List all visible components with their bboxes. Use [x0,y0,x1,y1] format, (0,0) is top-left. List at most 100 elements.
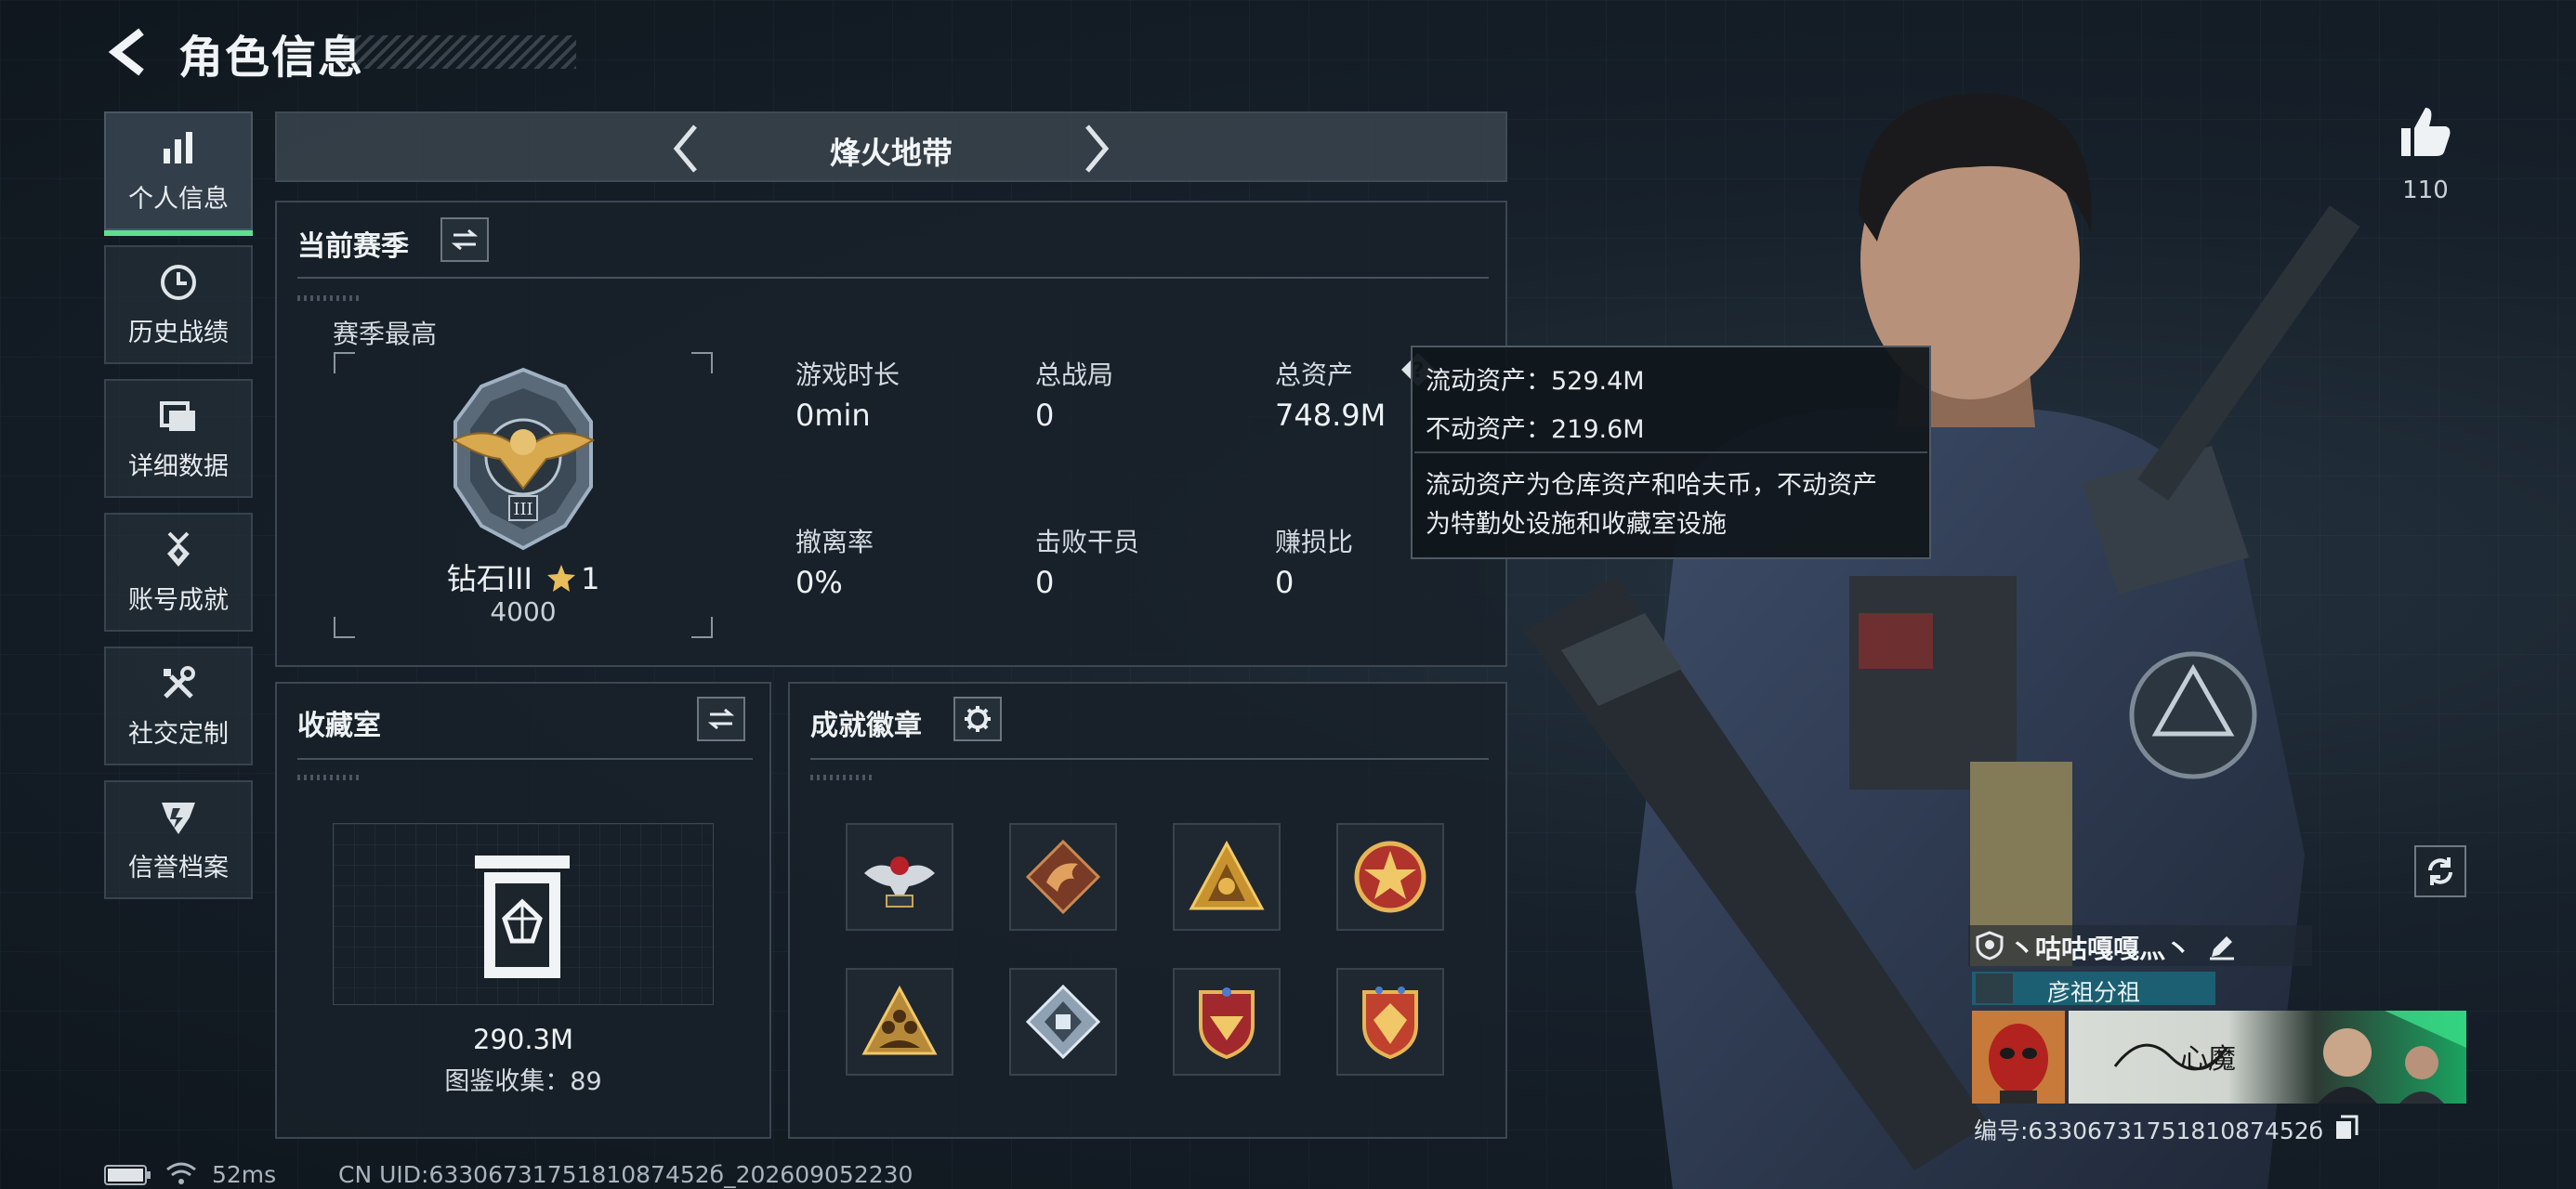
badge-slot-2[interactable] [1009,823,1117,931]
player-name: 丶咕咕嘎嘎灬丶 [2009,934,2192,964]
achievement-badges-panel: 成就徽章 [788,682,1507,1139]
nav-label: 历史战绩 [128,318,229,347]
badges-settings-button[interactable] [953,697,1002,741]
diamond-rank-emblem-icon: III [451,367,596,551]
collection-title: 收藏室 [297,710,381,742]
player-name-bar: 丶咕咕嘎嘎灬丶 [1968,925,2312,966]
season-panel: 当前赛季 赛季最高 III 钻石III 1 4000 游戏时长 0min 总战局… [275,201,1507,667]
triangle-squad-badge-icon [861,985,938,1055]
badge-slot-6[interactable] [1009,968,1117,1076]
refresh-icon [2428,857,2452,885]
nav-item-detailed-data[interactable]: 详细数据 [104,379,253,498]
player-avatar[interactable] [1972,1011,2065,1104]
nav-item-social-customize[interactable]: 社交定制 [104,647,253,765]
stat-value-total-matches: 0 [1035,398,1055,433]
wifi-icon [166,1162,196,1184]
collection-value: 290.3M [472,1024,574,1055]
display-case-icon [475,856,570,978]
divider [297,277,1489,279]
copy-icon[interactable] [2334,1115,2359,1141]
assets-tooltip: 流动资产：529.4M 不动资产：219.6M 流动资产为仓库资产和哈夫币，不动… [1411,346,1931,559]
tooltip-liquid-assets: 流动资产：529.4M [1426,367,1645,396]
signature-text: 心魔 [2180,1043,2236,1076]
stat-label-profit-loss-ratio: 赚损比 [1275,527,1354,557]
rank-stars: 1 [581,561,600,596]
clock-icon [161,264,196,300]
collection-switch-button[interactable] [697,697,745,741]
triangle-hand-badge-icon [1189,840,1265,910]
badge-slot-7[interactable] [1173,968,1281,1076]
stat-label-operators-defeated: 击败干员 [1035,527,1140,557]
nav-item-achievements[interactable]: 账号成就 [104,513,253,632]
dragon-badge-icon [1025,839,1101,915]
medal-icon [167,531,190,567]
uid-text: CN UID:6330673175181087452б_202609052230 [338,1161,913,1188]
shield-icon [1976,931,2004,960]
divider-dots [810,775,875,780]
divider [297,758,753,760]
bar-chart-icon [164,131,192,163]
badges-title: 成就徽章 [810,710,922,742]
stat-value-profit-loss-ratio: 0 [1275,565,1295,600]
nav-label: 账号成就 [128,585,229,615]
red-mask-avatar-icon [1972,1011,2065,1104]
collection-preview[interactable] [333,823,714,1005]
divider-dots [297,295,362,301]
badge-slot-1[interactable] [846,823,953,931]
nav-item-history[interactable]: 历史战绩 [104,245,253,364]
gear-icon [965,706,991,732]
star-shield-badge-icon [1354,841,1426,913]
edit-pencil-icon[interactable] [2208,933,2236,960]
stat-value-extract-rate: 0% [795,565,843,600]
signature-banner-icon: 心魔 [2113,1011,2466,1104]
tooltip-fixed-assets: 不动资产：219.6M [1426,415,1645,444]
player-tag: 彦祖分祖 [2046,979,2140,1006]
next-mode-arrow-icon[interactable] [1080,123,1113,175]
stat-label-extract-rate: 撤离率 [795,527,874,557]
tooltip-divider [1414,451,1927,453]
stat-label-total-matches: 总战局 [1035,359,1114,390]
folder-icon [160,400,195,431]
nav-item-credit-record[interactable]: 信誉档案 [104,780,253,899]
nav-label: 详细数据 [128,451,229,481]
badge-slot-4[interactable] [1336,823,1444,931]
back-arrow-icon[interactable] [104,26,156,78]
nav-label: 个人信息 [128,184,229,214]
battery-icon [104,1165,151,1185]
tooltip-description-line1: 流动资产为仓库资产和哈夫币，不动资产 [1426,471,1877,500]
nav-item-personal-info[interactable]: 个人信息 [104,111,253,236]
season-title: 当前赛季 [297,230,409,263]
season-switch-button[interactable] [440,217,489,262]
nav-label: 社交定制 [128,719,229,749]
ping-value: 52ms [212,1161,277,1188]
mode-selector-bar: 烽火地带 [275,111,1507,182]
stat-value-playtime: 0min [795,398,871,433]
like-count: 110 [2402,176,2449,204]
rank-line: 钻石III 1 [333,555,714,598]
collection-panel: 收藏室 290.3M 图鉴收集：89 [275,682,771,1139]
rank-name: 钻石III [446,561,532,596]
wing-shield-badge-icon [1199,987,1255,1060]
eagle-badge-icon [864,856,935,908]
badge-slot-3[interactable] [1173,823,1281,931]
badge-slot-5[interactable] [846,968,953,1076]
rotate-model-button[interactable] [2414,845,2466,897]
nav-label: 信誉档案 [128,853,229,882]
gold-star-icon [547,565,576,592]
swap-arrows-icon [707,708,735,730]
player-tag-bar: 彦祖分祖 [1972,972,2215,1006]
player-card: 丶咕咕嘎嘎灬丶 彦祖分祖 心魔 编号:6330673175181087452б [1968,925,2470,1157]
collection-catalog-count: 图鉴收集：89 [444,1067,602,1096]
tools-icon [164,665,195,699]
swap-arrows-icon [451,229,479,251]
thumbs-up-icon[interactable] [2398,104,2453,160]
divider-dots [297,775,362,780]
stat-value-operators-defeated: 0 [1035,565,1055,600]
diamond-badge-icon [1025,984,1101,1060]
badge-slot-8[interactable] [1336,968,1444,1076]
title-hatch-decoration [344,35,576,69]
stat-label-total-assets: 总资产 [1275,359,1354,390]
page-title: 角色信息 [178,32,365,84]
player-banner[interactable]: 心魔 [2069,1011,2466,1104]
rank-score: 4000 [490,596,557,627]
